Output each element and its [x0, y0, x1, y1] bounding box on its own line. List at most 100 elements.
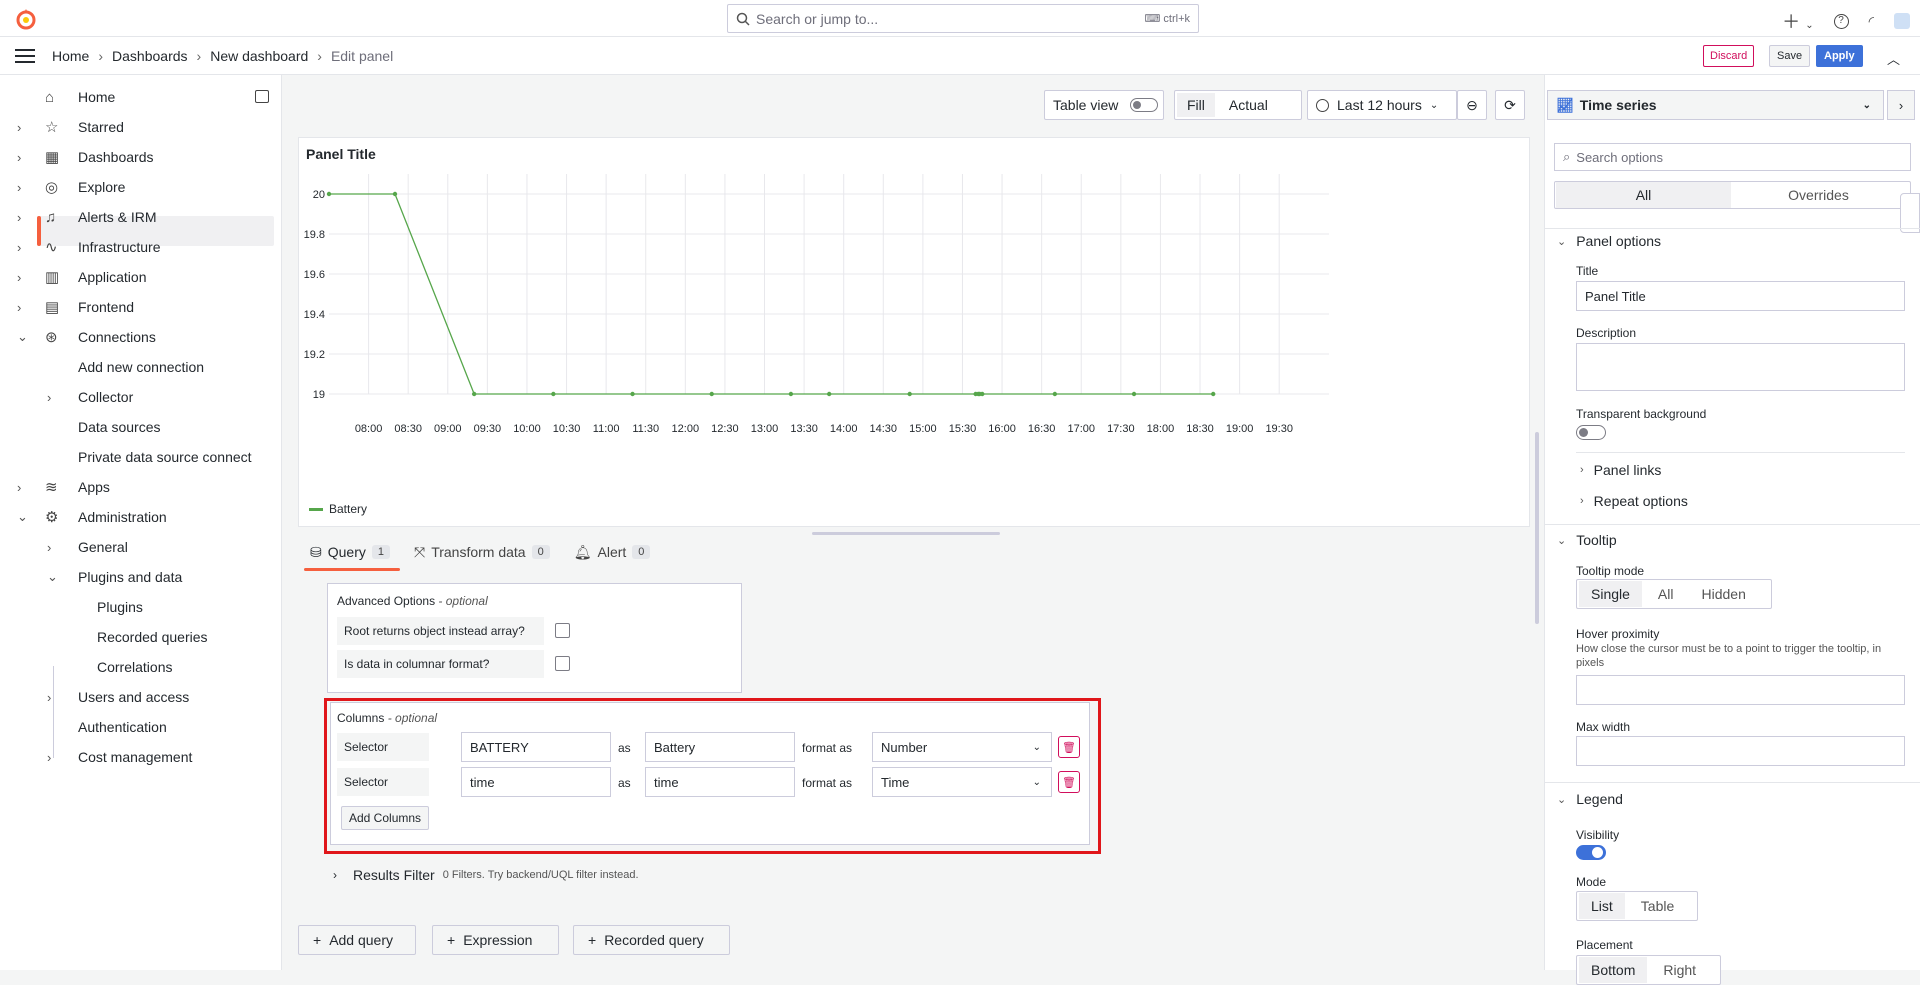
- avatar[interactable]: [1894, 13, 1910, 29]
- add-query-button[interactable]: + Add query: [298, 925, 416, 955]
- sidebar-item-plugins-and-data[interactable]: ⌄ Plugins and data: [47, 563, 182, 591]
- sidebar-item-cost-management[interactable]: › Cost management: [47, 743, 192, 771]
- legend-header[interactable]: ⌄ Legend: [1545, 786, 1623, 812]
- chevron-right-icon[interactable]: ›: [17, 210, 21, 225]
- sidebar-item-home[interactable]: ⌂ Home: [45, 83, 115, 111]
- menu-icon[interactable]: [15, 48, 35, 63]
- apply-button[interactable]: Apply: [1816, 45, 1863, 67]
- results-filter-row[interactable]: › Results Filter 0 Filters. Try backend/…: [320, 858, 1515, 892]
- tab-transform[interactable]: ⤧ Transform data 0: [414, 537, 550, 567]
- sidebar-item-apps[interactable]: › ≋ Apps: [17, 473, 110, 501]
- sidebar-item-authentication[interactable]: Authentication: [78, 713, 167, 741]
- placement-segment[interactable]: Bottom Right: [1576, 955, 1721, 985]
- rss-icon[interactable]: ◜: [1869, 13, 1874, 30]
- sidebar-item-recorded-queries[interactable]: Recorded queries: [97, 623, 208, 651]
- help-icon[interactable]: ?: [1833, 13, 1849, 29]
- legend-mode-list[interactable]: List: [1579, 893, 1625, 919]
- title-input[interactable]: Panel Title: [1576, 281, 1905, 311]
- chevron-right-icon[interactable]: ›: [17, 120, 21, 135]
- sidebar-item-explore[interactable]: › ◎ Explore: [17, 173, 125, 201]
- sidebar-item-infrastructure[interactable]: › ∿ Infrastructure: [17, 233, 160, 261]
- all-overrides-segment[interactable]: All Overrides: [1554, 181, 1911, 209]
- breadcrumb-new-dashboard[interactable]: New dashboard: [210, 48, 308, 64]
- placement-bottom[interactable]: Bottom: [1579, 957, 1648, 983]
- columnar-checkbox[interactable]: [555, 656, 570, 671]
- legend-mode-table[interactable]: Table: [1629, 893, 1686, 919]
- hover-proximity-input[interactable]: [1576, 675, 1905, 705]
- tab-alert[interactable]: 🔔︎ Alert 0: [574, 537, 651, 567]
- tooltip-header[interactable]: ⌄ Tooltip: [1545, 527, 1617, 553]
- chevron-down-icon[interactable]: ⌄: [47, 569, 58, 585]
- chevron-up-icon[interactable]: ︿: [1887, 49, 1900, 68]
- max-width-input[interactable]: [1576, 736, 1905, 766]
- chevron-right-icon[interactable]: ›: [17, 270, 21, 285]
- panel-options-header[interactable]: ⌄ Panel options: [1545, 228, 1661, 254]
- sidebar-item-alerts-irm[interactable]: › ♫ Alerts & IRM: [17, 203, 157, 231]
- chevron-down-icon[interactable]: ⌄: [17, 329, 28, 345]
- sidebar-item-administration[interactable]: ⌄ ⚙ Administration: [17, 503, 167, 531]
- fill-button[interactable]: Fill: [1177, 93, 1215, 117]
- panel-resize-handle[interactable]: [812, 532, 1000, 535]
- sidebar-item-connections[interactable]: ⌄ ⊛ Connections: [17, 323, 156, 351]
- tooltip-mode-hidden[interactable]: Hidden: [1689, 581, 1757, 607]
- zoom-out-button[interactable]: ⊖: [1457, 90, 1487, 120]
- repeat-options-header[interactable]: › Repeat options: [1572, 488, 1688, 514]
- sidebar-item-application[interactable]: › ▥ Application: [17, 263, 147, 291]
- tab-query[interactable]: ⛁ Query 1: [304, 537, 400, 571]
- chevron-right-icon[interactable]: ›: [47, 690, 51, 705]
- sidebar-item-data-sources[interactable]: Data sources: [78, 413, 160, 441]
- all-tab[interactable]: All: [1556, 182, 1731, 208]
- overrides-tab[interactable]: Overrides: [1731, 182, 1906, 208]
- time-series-chart[interactable]: 20 19.8 19.6 19.4 19.2 19 08:00 08:30 09:00 09:30…: [299, 138, 1529, 498]
- add-icon[interactable]: ＋ ⌄: [1782, 8, 1813, 34]
- table-view-toggle[interactable]: Table view: [1044, 90, 1164, 120]
- chevron-right-icon[interactable]: ›: [47, 390, 51, 405]
- add-expression-button[interactable]: + Expression: [432, 925, 559, 955]
- grafana-logo-icon[interactable]: [14, 7, 38, 31]
- discard-button[interactable]: Discard: [1703, 45, 1755, 67]
- legend-mode-segment[interactable]: List Table: [1576, 891, 1698, 921]
- placement-right[interactable]: Right: [1651, 957, 1708, 983]
- actual-button[interactable]: Actual: [1221, 93, 1276, 117]
- transparent-toggle[interactable]: [1576, 425, 1606, 440]
- collapse-options-button[interactable]: ›: [1887, 90, 1915, 120]
- chevron-right-icon[interactable]: ›: [17, 180, 21, 195]
- chevron-right-icon[interactable]: ›: [17, 480, 21, 495]
- time-picker[interactable]: Last 12 hours ⌄: [1307, 90, 1457, 120]
- chevron-right-icon[interactable]: ›: [17, 150, 21, 165]
- sidebar-item-plugins[interactable]: Plugins: [97, 593, 143, 621]
- sidebar-item-dashboards[interactable]: › ▦ Dashboards: [17, 143, 154, 171]
- fill-actual-segment[interactable]: Fill Actual: [1174, 90, 1302, 120]
- sidebar-item-private-data-source-connect[interactable]: Private data source connect: [78, 443, 252, 471]
- tooltip-mode-single[interactable]: Single: [1579, 581, 1642, 607]
- dock-menu-icon[interactable]: [255, 90, 269, 103]
- legend-item[interactable]: Battery: [309, 502, 367, 516]
- sidebar-item-correlations[interactable]: Correlations: [97, 653, 172, 681]
- search-input[interactable]: Search or jump to... ⌨ ctrl+k: [727, 4, 1199, 33]
- chevron-right-icon[interactable]: ›: [47, 750, 51, 765]
- tooltip-mode-segment[interactable]: Single All Hidden: [1576, 579, 1772, 609]
- sidebar-item-starred[interactable]: › ☆ Starred: [17, 113, 124, 141]
- chevron-right-icon[interactable]: ›: [47, 540, 51, 555]
- chevron-right-icon[interactable]: ›: [17, 240, 21, 255]
- search-options-input[interactable]: ⌕ Search options: [1554, 143, 1911, 171]
- edge-tab[interactable]: [1900, 193, 1920, 233]
- breadcrumb-home[interactable]: Home: [52, 48, 89, 64]
- visualization-picker[interactable]: 📈︎ Time series ⌄: [1547, 90, 1884, 120]
- tooltip-mode-all[interactable]: All: [1646, 581, 1686, 607]
- chevron-right-icon[interactable]: ›: [17, 300, 21, 315]
- chevron-down-icon[interactable]: ⌄: [17, 509, 28, 525]
- add-recorded-query-button[interactable]: + Recorded query: [573, 925, 730, 955]
- sidebar-item-frontend[interactable]: › ▤ Frontend: [17, 293, 134, 321]
- panel-links-header[interactable]: › Panel links: [1572, 457, 1661, 483]
- visibility-toggle[interactable]: [1576, 845, 1606, 860]
- breadcrumb-dashboards[interactable]: Dashboards: [112, 48, 188, 64]
- refresh-button[interactable]: ⟳: [1495, 90, 1525, 120]
- save-button[interactable]: Save: [1769, 45, 1811, 67]
- sidebar-item-collector[interactable]: › Collector: [47, 383, 133, 411]
- toggle-switch[interactable]: [1130, 98, 1159, 112]
- sidebar-item-users-and-access[interactable]: › Users and access: [47, 683, 189, 711]
- root-returns-checkbox[interactable]: [555, 623, 570, 638]
- description-textarea[interactable]: [1576, 343, 1905, 391]
- scrollbar[interactable]: [1535, 432, 1539, 624]
